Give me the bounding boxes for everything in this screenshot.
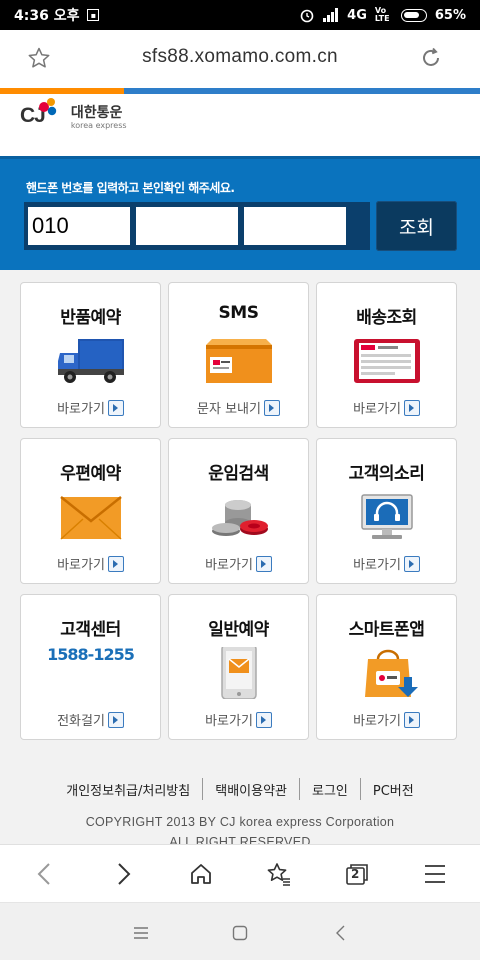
url-text[interactable]: sfs88.xomamo.com.cn <box>0 46 480 68</box>
recent-apps-icon[interactable] <box>129 921 153 945</box>
footer: 개인정보취급/처리방침 택배이용약관 로그인 PC버전 COPYRIGHT 20… <box>0 748 480 849</box>
card-link-label: 바로가기 <box>57 402 105 417</box>
volte-indicator: Vo LTE <box>374 6 390 23</box>
envelope-icon <box>60 496 122 540</box>
verify-instruction: 핸드폰 번호를 입력하고 본인확인 해주세요. <box>26 181 235 195</box>
arrow-right-icon <box>107 711 124 728</box>
arrow-right-icon <box>255 711 272 728</box>
card-delivery-tracking[interactable]: 배송조회 바로가기 <box>316 282 457 428</box>
status-bar: 4:36 오후 ▪ 4G Vo LTE 65% <box>0 0 480 30</box>
card-title: SMS <box>218 303 259 323</box>
card-title: 운임검색 <box>208 464 269 484</box>
footer-links: 개인정보취급/처리방침 택배이용약관 로그인 PC버전 <box>0 778 480 800</box>
card-customer-center[interactable]: 고객센터 1588-1255 전화걸기 <box>20 594 161 740</box>
bookmarks-icon[interactable] <box>240 845 318 903</box>
card-smartphone-app[interactable]: 스마트폰앱 바로가기 <box>316 594 457 740</box>
tab-count: 2 <box>351 866 360 881</box>
home-button-icon[interactable] <box>228 921 252 945</box>
card-postal-reservation[interactable]: 우편예약 바로가기 <box>20 438 161 584</box>
footer-divider <box>202 778 204 800</box>
logo-dots-icon <box>39 98 57 116</box>
mobile-mail-icon <box>221 647 257 699</box>
tracking-screen-icon <box>354 339 420 383</box>
battery-level: 65% <box>434 7 466 23</box>
card-title: 스마트폰앱 <box>348 620 425 640</box>
alarm-icon <box>300 9 314 23</box>
coins-icon <box>212 500 268 536</box>
cj-logo[interactable]: CJ 대한통운 korea express <box>20 98 127 130</box>
headset-monitor-icon <box>361 494 413 539</box>
card-title: 고객의소리 <box>348 464 425 484</box>
card-title: 우편예약 <box>60 464 121 484</box>
phone-verify-panel: 핸드폰 번호를 입력하고 본인확인 해주세요. 조회 <box>0 156 480 270</box>
phone-last-input[interactable] <box>244 207 346 245</box>
menu-icon[interactable] <box>396 845 474 903</box>
card-link-label: 전화걸기 <box>57 714 105 729</box>
card-link-label: 바로가기 <box>205 558 253 573</box>
package-box-icon <box>206 339 272 383</box>
card-title: 고객센터 <box>60 620 121 640</box>
phone-prefix-input[interactable] <box>28 207 130 245</box>
card-link-label: 바로가기 <box>353 558 401 573</box>
arrow-right-icon <box>403 555 420 572</box>
footer-divider <box>299 778 300 800</box>
truck-icon <box>58 339 124 383</box>
footer-link-pc-version[interactable]: PC버전 <box>373 780 414 799</box>
card-link-label: 바로가기 <box>353 714 401 729</box>
service-grid: 반품예약 바로가기 SMS 문자 보내기 배송조회 바로가기 우편예약 바로가기… <box>20 282 460 740</box>
card-customer-voice[interactable]: 고객의소리 바로가기 <box>316 438 457 584</box>
home-icon[interactable] <box>162 845 240 903</box>
arrow-right-icon <box>263 399 280 416</box>
battery-icon <box>400 8 427 22</box>
header: CJ 대한통운 korea express <box>0 94 480 156</box>
back-icon[interactable] <box>6 845 84 903</box>
footer-link-login[interactable]: 로그인 <box>312 780 348 799</box>
clock: 4:36 오후 <box>14 8 80 24</box>
logo-korean: 대한통운 <box>70 105 123 121</box>
phone-input-group <box>24 202 370 250</box>
arrow-right-icon <box>403 399 420 416</box>
back-button-icon[interactable] <box>329 921 353 945</box>
phone-middle-input[interactable] <box>136 207 238 245</box>
signal-icon <box>323 8 339 22</box>
arrow-right-icon <box>107 399 124 416</box>
card-link-label: 바로가기 <box>353 402 401 417</box>
system-nav-bar <box>0 902 480 960</box>
arrow-right-icon <box>255 555 272 572</box>
arrow-right-icon <box>403 711 420 728</box>
card-sms[interactable]: SMS 문자 보내기 <box>168 282 309 428</box>
notification-icon: ▪ <box>87 9 100 21</box>
network-type: 4G <box>347 7 367 23</box>
copyright-line-1: COPYRIGHT 2013 BY CJ korea express Corpo… <box>85 815 395 829</box>
card-title: 반품예약 <box>60 308 121 328</box>
arrow-right-icon <box>107 555 124 572</box>
footer-link-privacy[interactable]: 개인정보취급/처리방침 <box>66 780 190 799</box>
card-link-label: 문자 보내기 <box>197 402 261 417</box>
card-fare-search[interactable]: 운임검색 바로가기 <box>168 438 309 584</box>
card-return-reservation[interactable]: 반품예약 바로가기 <box>20 282 161 428</box>
card-link-label: 바로가기 <box>57 558 105 573</box>
forward-icon[interactable] <box>84 845 162 903</box>
card-title: 일반예약 <box>208 620 269 640</box>
customer-center-phone[interactable]: 1588-1255 <box>21 645 160 664</box>
footer-link-terms[interactable]: 택배이용약관 <box>215 780 287 799</box>
lookup-button[interactable]: 조회 <box>376 201 457 251</box>
app-download-icon <box>365 649 418 697</box>
card-general-reservation[interactable]: 일반예약 바로가기 <box>168 594 309 740</box>
card-title: 배송조회 <box>356 308 417 328</box>
logo-english: korea express <box>70 121 127 130</box>
browser-toolbar: 2 <box>0 844 480 902</box>
reload-icon[interactable] <box>418 45 444 71</box>
browser-url-bar: sfs88.xomamo.com.cn <box>0 30 480 88</box>
tabs-icon[interactable]: 2 <box>318 845 396 903</box>
footer-divider <box>359 778 361 800</box>
card-link-label: 바로가기 <box>205 714 253 729</box>
